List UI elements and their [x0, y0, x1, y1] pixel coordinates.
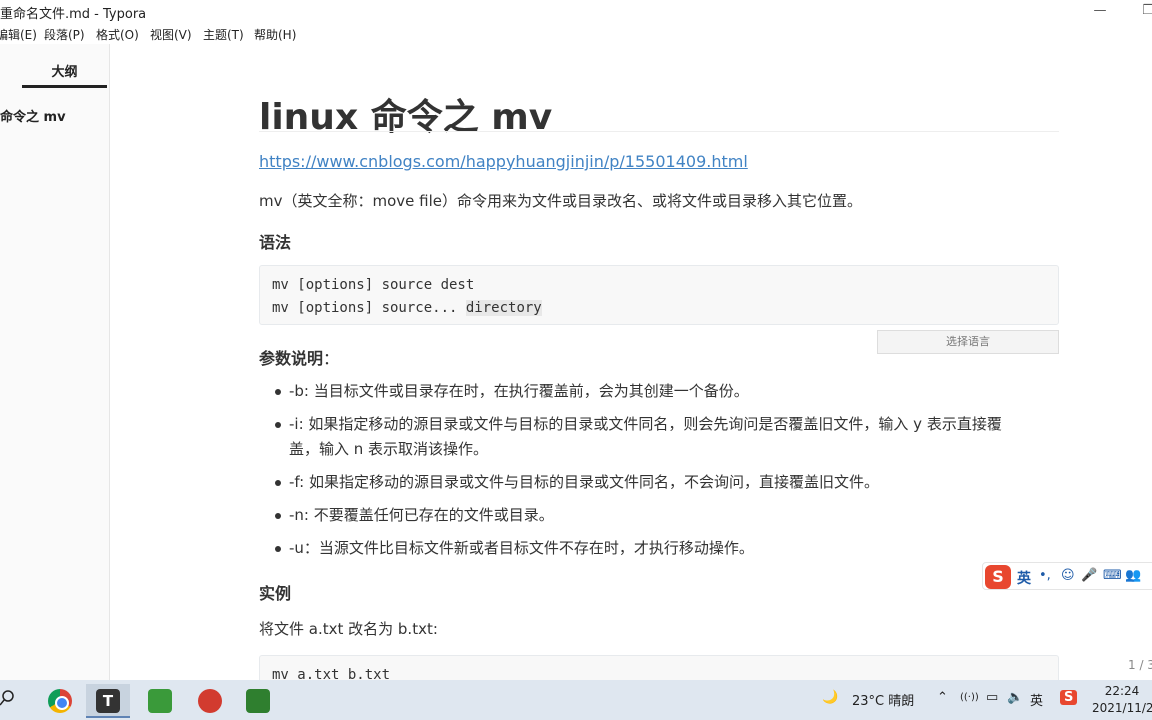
- list-item-line: -i: 如果指定移动的源目录或文件与目标的目录或文件同名，则会先询问是否覆盖旧文…: [289, 415, 1002, 433]
- list-item-line: 盖，输入 n 表示取消该操作。: [289, 440, 489, 458]
- punctuation-icon[interactable]: •,: [1039, 568, 1051, 583]
- volume-icon[interactable]: 🔈: [1007, 690, 1023, 705]
- taskbar-camtasia[interactable]: [138, 684, 182, 718]
- title-bar: 重命名文件.md - Typora — ❐: [0, 0, 1152, 22]
- snail-icon: [198, 689, 222, 713]
- sogou-logo-icon[interactable]: S: [985, 565, 1011, 589]
- menu-format[interactable]: 格式(O): [96, 26, 139, 43]
- clock-time: 22:24: [1104, 684, 1140, 698]
- taskbar-app[interactable]: [188, 684, 232, 718]
- outline-item[interactable]: 命令之 mv: [0, 106, 66, 125]
- document-title: linux 命令之 mv: [259, 97, 553, 138]
- menu-bar: 编辑(E) 段落(P) 格式(O) 视图(V) 主题(T) 帮助(H): [0, 22, 1152, 44]
- params-heading-colon: ：: [323, 349, 340, 368]
- window-title: 重命名文件.md - Typora: [0, 7, 147, 22]
- code-line: mv [options] source dest: [272, 277, 475, 293]
- input-language[interactable]: 英: [1030, 690, 1043, 709]
- intro-paragraph: mv（英文全称：move file）命令用来为文件或目录改名、或将文件或目录移入…: [259, 192, 862, 210]
- emoji-icon[interactable]: ☺: [1061, 568, 1075, 583]
- list-item: -f: 如果指定移动的源目录或文件与目标的目录或文件同名，不会询问，直接覆盖旧文…: [259, 470, 1059, 495]
- list-item: -u：当源文件比目标文件新或者目标文件不存在时，才执行移动操作。: [259, 536, 1059, 561]
- example-heading: 实例: [259, 584, 292, 603]
- recorder-icon: [246, 689, 270, 713]
- language-select[interactable]: 选择语言: [877, 330, 1059, 354]
- sidebar: 大纲 命令之 mv: [0, 44, 110, 680]
- code-selected-text: directory: [465, 300, 542, 316]
- keyboard-icon[interactable]: ⌨: [1103, 568, 1122, 583]
- taskbar-chrome[interactable]: [38, 684, 82, 718]
- minimize-button[interactable]: —: [1080, 0, 1120, 22]
- syntax-heading: 语法: [259, 233, 292, 252]
- chevron-up-icon[interactable]: ⌃: [937, 690, 948, 705]
- typora-icon: T: [96, 689, 120, 713]
- syntax-code-block[interactable]: mv [options] source dest mv [options] so…: [259, 265, 1059, 325]
- list-item: -i: 如果指定移动的源目录或文件与目标的目录或文件同名，则会先询问是否覆盖旧文…: [259, 412, 1059, 462]
- page-indicator: 1 / 3: [1128, 658, 1152, 672]
- maximize-button[interactable]: ❐: [1128, 0, 1152, 22]
- title-divider: [259, 131, 1059, 132]
- ime-toolbar[interactable]: S 英 •, ☺ 🎤 ⌨ 👥: [982, 562, 1152, 590]
- list-item: -n: 不要覆盖任何已存在的文件或目录。: [259, 503, 1059, 528]
- taskbar: T 🌙 23°C 晴朗 ⌃ ((·)) ▭ 🔈 英 S 22:24 2021/1…: [0, 680, 1152, 720]
- search-icon[interactable]: [0, 690, 14, 710]
- sogou-tray-icon[interactable]: S: [1060, 690, 1078, 705]
- params-list: -b: 当目标文件或目录存在时，在执行覆盖前，会为其创建一个备份。 -i: 如果…: [259, 379, 1059, 569]
- code-text: mv [options] source...: [272, 300, 466, 316]
- menu-edit[interactable]: 编辑(E): [0, 26, 37, 43]
- chrome-icon: [48, 689, 72, 713]
- taskbar-typora[interactable]: T: [86, 684, 130, 718]
- clock-date: 2021/11/2: [1092, 701, 1152, 715]
- skin-icon[interactable]: 👥: [1125, 568, 1141, 583]
- ime-mode[interactable]: 英: [1017, 568, 1031, 588]
- clock[interactable]: 22:24 2021/11/2: [1092, 683, 1152, 717]
- weather-text[interactable]: 23°C 晴朗: [852, 690, 914, 709]
- menu-theme[interactable]: 主题(T): [203, 26, 244, 43]
- list-item: -b: 当目标文件或目录存在时，在执行覆盖前，会为其创建一个备份。: [259, 379, 1059, 404]
- tab-outline[interactable]: 大纲: [22, 58, 107, 88]
- example-paragraph: 将文件 a.txt 改名为 b.txt:: [259, 620, 438, 638]
- taskbar-camtasia-recorder[interactable]: [236, 684, 280, 718]
- params-heading-text: 参数说明: [259, 349, 324, 368]
- source-link[interactable]: https://www.cnblogs.com/happyhuangjinjin…: [259, 152, 748, 171]
- code-line: mv [options] source... directory: [272, 297, 1046, 320]
- menu-view[interactable]: 视图(V): [150, 26, 192, 43]
- wifi-icon[interactable]: ((·)): [960, 692, 979, 703]
- camtasia-icon: [148, 689, 172, 713]
- battery-icon[interactable]: ▭: [986, 690, 998, 705]
- microphone-icon[interactable]: 🎤: [1081, 568, 1097, 583]
- params-heading: 参数说明：: [259, 345, 339, 369]
- menu-paragraph[interactable]: 段落(P): [44, 26, 85, 43]
- moon-icon: 🌙: [822, 690, 839, 705]
- menu-help[interactable]: 帮助(H): [254, 26, 296, 43]
